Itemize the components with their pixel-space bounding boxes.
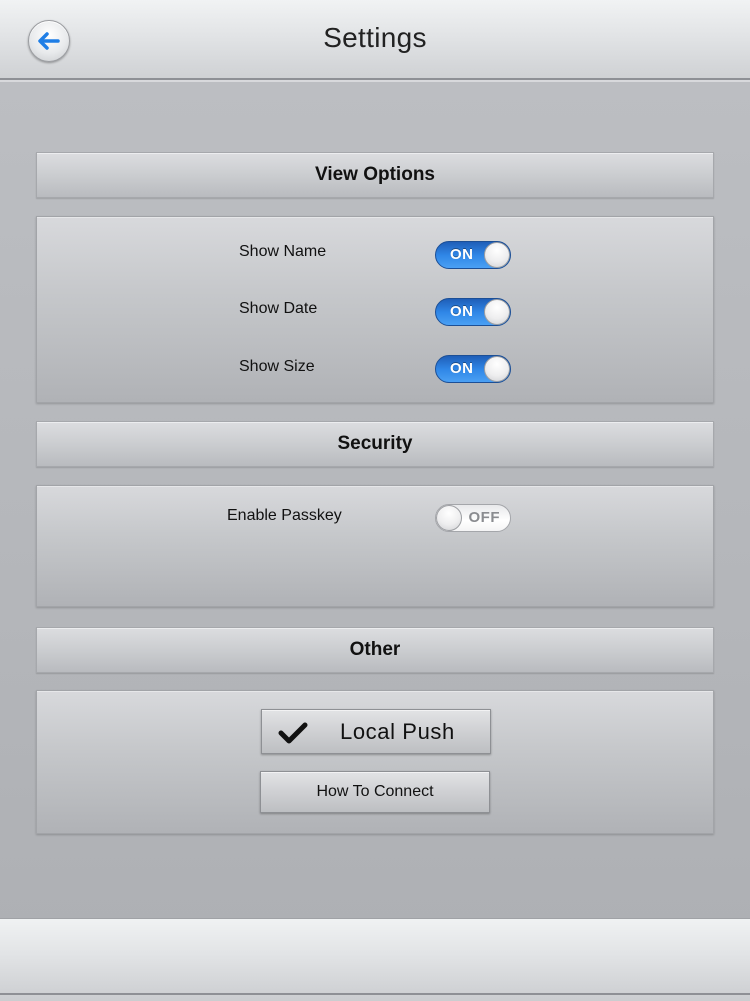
show-size-label: Show Size: [239, 358, 315, 375]
toggle-knob: [484, 356, 510, 382]
toggle-state-text: OFF: [468, 509, 500, 526]
section-header-view-options: View Options: [36, 152, 714, 198]
checkmark-icon: [278, 722, 308, 744]
page-title: Settings: [323, 22, 427, 53]
enable-passkey-toggle[interactable]: OFF: [435, 504, 511, 532]
panel-security: Enable Passkey OFF: [36, 485, 714, 607]
toolbar-divider: [0, 993, 750, 995]
show-name-toggle[interactable]: ON: [435, 241, 511, 269]
section-header-security: Security: [36, 421, 714, 467]
section-header-other: Other: [36, 627, 714, 673]
panel-view-options: Show Name ON Show Date ON Show Size ON: [36, 216, 714, 403]
show-size-toggle[interactable]: ON: [435, 355, 511, 383]
toggle-state-text: ON: [450, 360, 474, 377]
toggle-knob: [436, 505, 462, 531]
toggle-state-text: ON: [450, 303, 474, 320]
enable-passkey-label: Enable Passkey: [227, 507, 342, 524]
toggle-knob: [484, 242, 510, 268]
local-push-label: Local Push: [340, 719, 455, 744]
navigation-bar: Settings: [0, 0, 750, 80]
show-date-label: Show Date: [239, 300, 318, 317]
toggle-knob: [484, 299, 510, 325]
local-push-button[interactable]: Local Push: [261, 709, 491, 754]
how-to-connect-button[interactable]: How To Connect: [260, 771, 490, 813]
show-date-toggle[interactable]: ON: [435, 298, 511, 326]
toggle-state-text: ON: [450, 246, 474, 263]
show-name-label: Show Name: [239, 243, 327, 260]
bottom-toolbar: [0, 918, 750, 1001]
